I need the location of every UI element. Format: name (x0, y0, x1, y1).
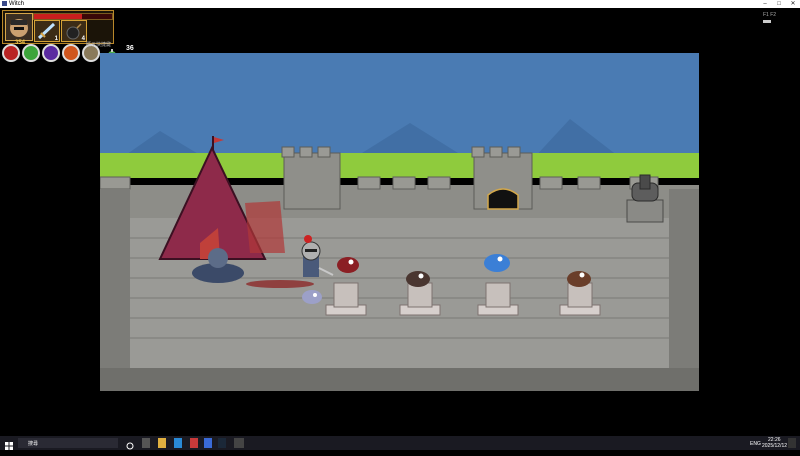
steam-icon[interactable] (218, 438, 226, 448)
sword-count: 1 (54, 36, 58, 42)
item-slot[interactable]: 4 (61, 20, 87, 42)
health-bar (33, 13, 113, 20)
search-box[interactable]: 搜尋 (18, 438, 118, 448)
bomb-count: 4 (81, 36, 85, 42)
brown-blob-2[interactable] (567, 271, 591, 287)
task-view-icon[interactable] (142, 438, 150, 448)
pale-blob-enemy[interactable] (302, 290, 322, 304)
cortana-icon[interactable] (126, 438, 134, 450)
window-title: Witch (9, 1, 24, 7)
notification-icon[interactable] (788, 438, 796, 448)
app-icon (2, 1, 7, 6)
clock-date[interactable]: 2025/12/12 (762, 443, 787, 449)
weapon-slot[interactable]: 1 (34, 20, 60, 42)
skill-fire-icon[interactable] (2, 44, 20, 62)
skill-slash-icon[interactable] (62, 44, 80, 62)
tower-gate (487, 188, 519, 210)
game-scene[interactable] (100, 53, 699, 391)
grass (100, 153, 699, 178)
top-right-indicator: F1 F2 (763, 12, 777, 18)
close-icon[interactable]: ✕ (786, 0, 800, 8)
app-blue-icon[interactable] (204, 438, 212, 448)
hotkey-hint: 顯示快捷鍵 (86, 42, 112, 48)
tower-left (281, 146, 341, 210)
right-wall (669, 189, 699, 391)
language-indicator[interactable]: ENG (750, 441, 761, 447)
top-right-bar (763, 20, 771, 23)
player-portrait (5, 13, 33, 41)
maximize-icon[interactable]: □ (772, 0, 786, 8)
game-viewport[interactable]: 1 4 354 顯示快捷鍵 36 F1 F2 (0, 8, 800, 436)
app-red-icon[interactable] (190, 438, 198, 448)
window-titlebar: Witch – □ ✕ (0, 0, 800, 8)
search-text: 搜尋 (28, 441, 39, 447)
brown-blob-1[interactable] (406, 271, 430, 287)
red-blob-enemy[interactable] (337, 257, 359, 273)
player-status-panel: 1 4 354 (2, 10, 114, 46)
start-button[interactable] (4, 438, 14, 450)
taskbar: 搜尋 ENG 22:26 2025/12/12 (0, 436, 800, 450)
tower-right (471, 146, 533, 210)
skill-shadow-icon[interactable] (42, 44, 60, 62)
game-app-icon[interactable] (234, 438, 244, 448)
blue-blob[interactable] (484, 254, 510, 272)
minimize-icon[interactable]: – (758, 0, 772, 8)
front-wall (100, 368, 699, 391)
skill-heal-icon[interactable] (22, 44, 40, 62)
edge-icon[interactable] (174, 438, 182, 448)
health-fill (34, 14, 83, 19)
left-wall (100, 189, 130, 391)
gem-count: 36 (126, 45, 134, 52)
explorer-icon[interactable] (158, 438, 166, 448)
